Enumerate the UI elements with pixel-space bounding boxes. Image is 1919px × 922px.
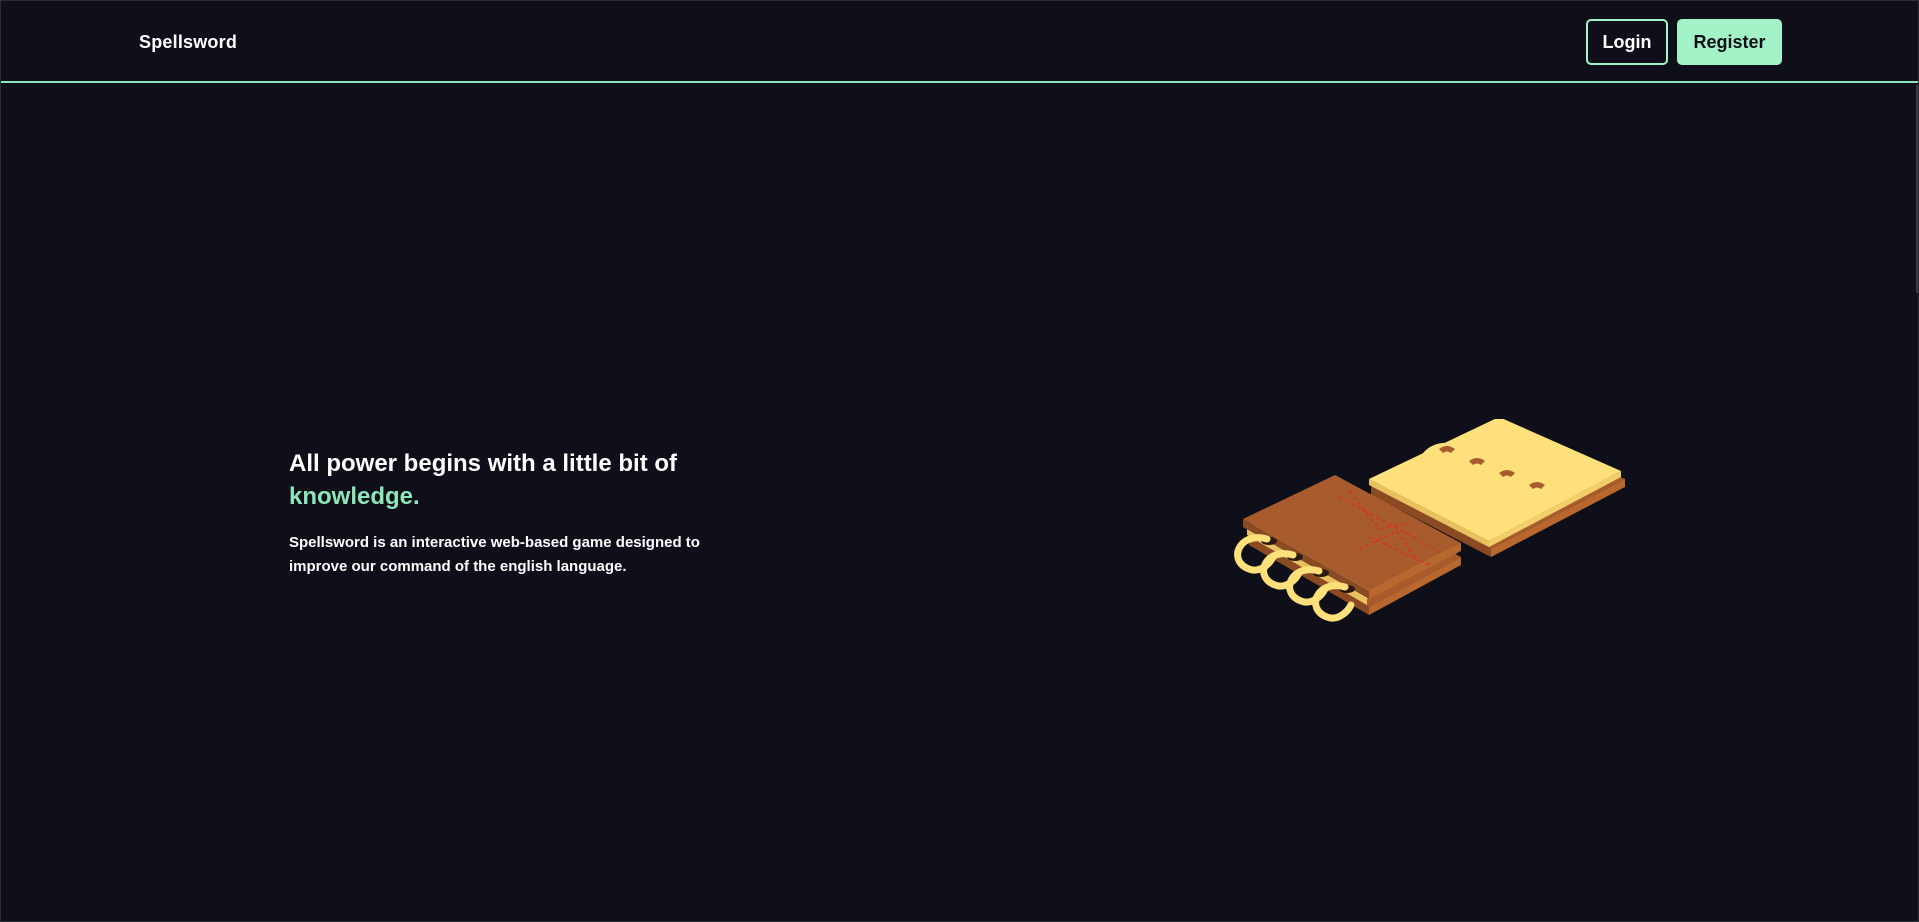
headline-text: All power begins with a little bit of [289,450,678,477]
navbar: Spellsword Login Register [1,1,1918,83]
scrollbar[interactable] [1916,85,1918,293]
spellbook-illustration-icon [1229,417,1629,659]
headline-accent-text: knowledge. [289,483,420,510]
brand-logo[interactable]: Spellsword [139,32,237,53]
register-button[interactable]: Register [1677,19,1782,65]
login-button[interactable]: Login [1586,19,1668,65]
hero-section: All power begins with a little bit of kn… [289,447,759,579]
hero-headline: All power begins with a little bit of kn… [289,447,759,513]
hero-description: Spellsword is an interactive web-based g… [289,534,700,575]
page: Spellsword Login Register All power begi… [0,0,1919,922]
